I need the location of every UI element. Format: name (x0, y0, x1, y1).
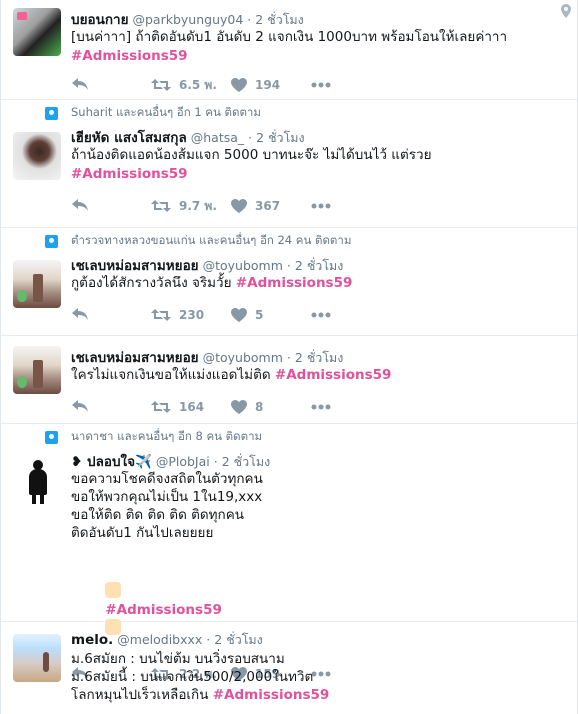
tweet-text: ถ้าน้องติดแอดน้องส้มแจก 5000 บาทนะจ๊ะ ไม… (71, 147, 432, 182)
avatar[interactable] (13, 260, 61, 308)
avatar[interactable] (13, 346, 61, 394)
tweet-text: ใครไม่แจกเงินขอให้แม่งแอดไม่ติด #Admissi… (71, 367, 392, 383)
avatar[interactable] (13, 456, 61, 504)
hashtag-link[interactable]: #Admissions59 (71, 166, 188, 182)
retweet-button[interactable]: 9.7 พ. (151, 197, 231, 216)
social-context: ตำรวจทางหลวงขอนแก่น และคนอื่นๆ อีก 24 คน… (45, 228, 565, 254)
avatar[interactable] (13, 634, 61, 682)
more-button[interactable] (311, 404, 391, 410)
tweet[interactable]: Suharit และคนอื่นๆ อีก 1 คน ติดตาม เฮียห… (1, 100, 577, 228)
retweet-icon (151, 308, 171, 322)
tweet[interactable]: ตำรวจทางหลวงขอนแก่น และคนอื่นๆ อีก 24 คน… (1, 228, 577, 336)
author-name[interactable]: ❥ ปลอบใจ✈️ (71, 450, 152, 472)
tweet-text: [บนค่าาา] ถ้าติดอันดับ1 อันดับ 2 แจกเงิน… (71, 29, 508, 64)
hashtag-link[interactable]: #Admissions59 (213, 687, 330, 703)
tweet-time[interactable]: 2 ชั่วโมง (295, 348, 344, 368)
retweet-icon (151, 78, 171, 92)
author-handle[interactable]: @hatsa_ (191, 130, 244, 145)
like-button[interactable]: 367 (231, 199, 311, 213)
hashtag-link[interactable]: #Admissions59 (71, 48, 188, 64)
tweet-time[interactable]: 2 ชั่วโมง (295, 256, 344, 276)
tweet-header: เชเลบหม่อมสามหยอย @toyubomm · 2 ชั่วโมง (71, 346, 565, 366)
hashtag-link[interactable]: #Admissions59 (236, 275, 353, 291)
reply-button[interactable] (71, 199, 151, 213)
tweet-actions: 164 8 (71, 385, 565, 429)
like-button[interactable]: 5 (231, 308, 311, 322)
retweet-count: 6.5 พ. (179, 77, 217, 92)
retweet-button[interactable]: 6.5 พ. (151, 76, 231, 95)
tweet[interactable]: เชเลบหม่อมสามหยอย @toyubomm · 2 ชั่วโมง … (1, 336, 577, 424)
reply-icon (71, 199, 89, 213)
social-context: นาดาชา และคนอื่นๆ อีก 8 คน ติดตาม (45, 424, 565, 450)
follow-context-icon (45, 106, 58, 120)
author-handle[interactable]: @PlobJai (156, 454, 210, 469)
more-icon (311, 312, 331, 318)
more-icon (311, 203, 331, 209)
tweet-actions: 6.5 พ. 194 (71, 66, 565, 104)
reply-icon (71, 400, 89, 414)
author-handle[interactable]: @toyubomm (203, 350, 283, 365)
social-context: Suharit และคนอื่นๆ อีก 1 คน ติดตาม (45, 100, 565, 126)
like-button[interactable]: 8 (231, 400, 311, 414)
timeline: บยอนกาย @parkbyunguy04 · 2 ชั่วโมง [บนค่… (0, 0, 578, 714)
reply-icon (71, 308, 89, 322)
tweet-time[interactable]: 2 ชั่วโมง (256, 128, 305, 148)
hashtag-link[interactable]: #Admissions59 (105, 602, 222, 618)
tweet-text: ม.6สมัยก : บนไข่ต้ม บนวิ่งรอบสนาม ม.6สมั… (71, 651, 330, 703)
hashtag-link[interactable]: #Admissions59 (275, 367, 392, 383)
tweet-time[interactable]: 2 ชั่วโมง (214, 630, 263, 650)
author-name[interactable]: บยอนกาย (71, 8, 128, 30)
tweet[interactable]: melo. @melodibxxx · 2 ชั่วโมง ม.6สมัยก :… (1, 622, 577, 714)
avatar[interactable] (13, 8, 61, 56)
tweet-actions: 230 5 (71, 293, 565, 337)
reply-button[interactable] (71, 78, 151, 92)
like-count: 194 (255, 78, 281, 92)
author-handle[interactable]: @parkbyunguy04 (132, 12, 243, 27)
heart-icon (231, 78, 247, 92)
tweet-header: melo. @melodibxxx · 2 ชั่วโมง (71, 630, 263, 650)
more-icon (311, 404, 331, 410)
tweet-header: เชเลบหม่อมสามหยอย @toyubomm · 2 ชั่วโมง (71, 254, 565, 274)
tweet-actions: 9.7 พ. 367 (71, 184, 565, 228)
retweet-count: 164 (179, 400, 205, 414)
avatar[interactable] (13, 132, 61, 180)
tweet-header: ❥ ปลอบใจ✈️ @PlobJai · 2 ชั่วโมง (71, 450, 565, 470)
more-button[interactable] (311, 312, 391, 318)
tweet-text: กูต้องได้สักรางวัลนึง จริมวั้ย #Admissio… (71, 275, 353, 291)
author-handle[interactable]: @melodibxxx (117, 632, 202, 647)
like-button[interactable]: 194 (231, 78, 311, 92)
more-button[interactable] (311, 82, 391, 88)
heart-icon (231, 199, 247, 213)
author-name[interactable]: เชเลบหม่อมสามหยอย (71, 254, 199, 276)
author-name[interactable]: เชเลบหม่อมสามหยอย (71, 346, 199, 368)
reply-icon (71, 78, 89, 92)
like-count: 8 (255, 400, 264, 414)
tweet[interactable]: บยอนกาย @parkbyunguy04 · 2 ชั่วโมง [บนค่… (1, 0, 577, 100)
like-count: 5 (255, 308, 264, 322)
author-name[interactable]: melo. (71, 632, 113, 648)
more-button[interactable] (311, 203, 391, 209)
reply-button[interactable] (71, 400, 151, 414)
retweet-button[interactable]: 164 (151, 400, 231, 414)
follow-context-icon (45, 430, 58, 444)
heart-icon (231, 308, 247, 322)
retweet-count: 230 (179, 308, 205, 322)
retweet-count: 9.7 พ. (179, 198, 217, 213)
praying-hands-icon (105, 582, 122, 598)
tweet[interactable]: นาดาชา และคนอื่นๆ อีก 8 คน ติดตาม ❥ ปลอบ… (1, 424, 577, 681)
retweet-icon (151, 400, 171, 414)
more-icon (311, 82, 331, 88)
retweet-icon (151, 199, 171, 213)
tweet-time[interactable]: 2 ชั่วโมง (222, 452, 271, 472)
author-name[interactable]: เฮียหัด แสงโสมสกุล (71, 126, 187, 148)
tweet-time[interactable]: 2 ชั่วโมง (255, 10, 304, 30)
tweet-header: บยอนกาย @parkbyunguy04 · 2 ชั่วโมง (71, 8, 565, 28)
reply-button[interactable] (71, 308, 151, 322)
tweet-header: เฮียหัด แสงโสมสกุล @hatsa_ · 2 ชั่วโมง (71, 126, 565, 146)
like-count: 367 (255, 199, 281, 213)
follow-context-icon (45, 234, 58, 248)
author-handle[interactable]: @toyubomm (203, 258, 283, 273)
heart-icon (231, 400, 247, 414)
retweet-button[interactable]: 230 (151, 308, 231, 322)
